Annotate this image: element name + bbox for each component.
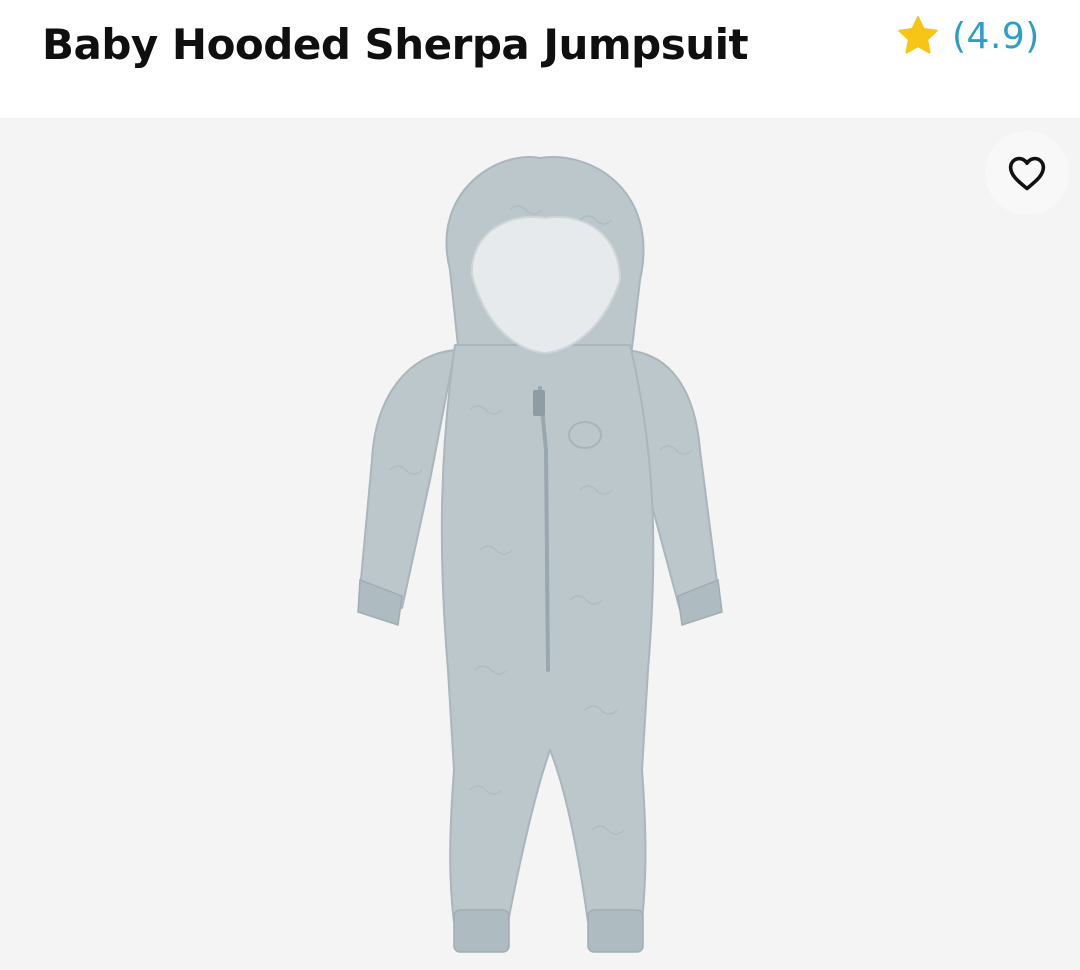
star-icon bbox=[898, 16, 938, 54]
heart-outline-icon bbox=[1008, 156, 1046, 191]
rating-value: (4.9) bbox=[952, 15, 1040, 57]
favorite-button[interactable] bbox=[985, 131, 1069, 215]
product-image[interactable] bbox=[330, 150, 750, 965]
product-header: Baby Hooded Sherpa Jumpsuit (4.9) bbox=[0, 0, 1080, 118]
product-rating[interactable]: (4.9) bbox=[896, 14, 1040, 58]
product-title: Baby Hooded Sherpa Jumpsuit bbox=[42, 20, 749, 69]
